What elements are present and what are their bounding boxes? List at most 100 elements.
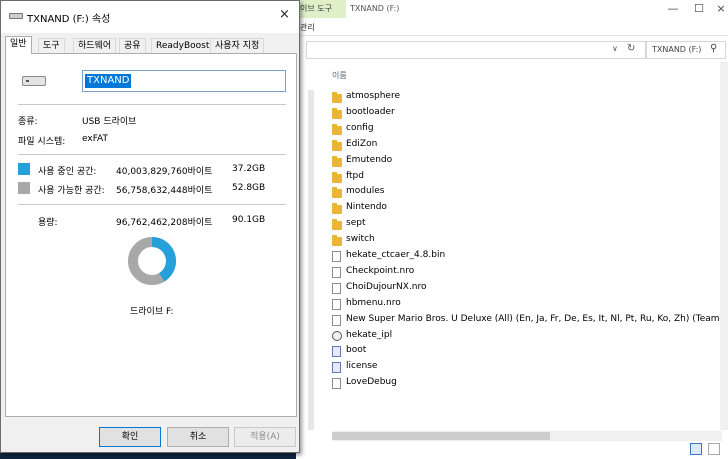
drive-icon bbox=[9, 13, 23, 19]
file-name: config bbox=[346, 122, 374, 133]
file-list-item[interactable]: modules bbox=[332, 185, 724, 201]
address-dropdown-icon[interactable]: ∨ bbox=[612, 44, 618, 53]
used-space-bytes: 40,003,829,760바이트 bbox=[116, 167, 213, 177]
status-bar bbox=[296, 441, 728, 459]
file-name: license bbox=[346, 361, 378, 372]
file-name: hekate_ctcaer_4.8.bin bbox=[346, 250, 446, 260]
file-icon bbox=[332, 314, 341, 326]
file-icon bbox=[332, 378, 341, 390]
ok-button[interactable]: 확인 bbox=[99, 427, 161, 447]
file-name: sept bbox=[346, 218, 366, 229]
file-icon bbox=[332, 298, 341, 310]
system-file-icon bbox=[332, 362, 341, 374]
file-name: hbmenu.nro bbox=[346, 297, 401, 308]
file-list-item[interactable]: atmosphere bbox=[332, 90, 724, 106]
refresh-icon[interactable]: ↻ bbox=[627, 43, 635, 54]
divider bbox=[18, 204, 286, 205]
file-list-item[interactable]: EdiZon bbox=[332, 138, 724, 154]
file-list-item[interactable]: config bbox=[332, 122, 724, 138]
address-bar[interactable] bbox=[306, 41, 646, 59]
system-file-icon bbox=[332, 346, 341, 358]
file-icon bbox=[332, 251, 341, 262]
filesystem-label: 파일 시스템: bbox=[18, 137, 66, 147]
file-name: switch bbox=[346, 234, 375, 245]
volume-name-value: TXNAND bbox=[85, 74, 132, 88]
file-list-item[interactable]: bootloader bbox=[332, 106, 724, 122]
tab-hardware[interactable]: 하드웨어 bbox=[73, 38, 117, 54]
folder-icon bbox=[332, 219, 342, 231]
file-list-item[interactable]: switch bbox=[332, 233, 724, 249]
large-icons-view-icon[interactable] bbox=[708, 443, 720, 455]
close-icon[interactable]: × bbox=[279, 7, 290, 22]
drive-tools-tab[interactable]: 이브 도구 bbox=[296, 0, 346, 18]
file-name: New Super Mario Bros. U Deluxe (All) (En… bbox=[346, 313, 728, 324]
file-list-item[interactable]: Emutendo bbox=[332, 154, 724, 170]
folder-icon bbox=[332, 107, 342, 119]
folder-icon bbox=[332, 155, 342, 167]
capacity-label: 용량: bbox=[38, 218, 58, 228]
folder-icon bbox=[332, 139, 342, 151]
file-list-item[interactable]: LoveDebug bbox=[332, 376, 724, 392]
drive-caption: 드라이브 F: bbox=[130, 307, 174, 317]
file-explorer-window: 이브 도구 TXNAND (F:) — ☐ × 관리 ∨ ↻ TXNAND (F… bbox=[296, 0, 728, 459]
file-list-item[interactable]: Checkpoint.nro bbox=[332, 265, 724, 281]
type-label: 종류: bbox=[18, 117, 38, 127]
used-space-label: 사용 중인 공간: bbox=[38, 167, 97, 177]
column-header-name[interactable]: 이름 bbox=[332, 70, 347, 81]
tab-tools[interactable]: 도구 bbox=[38, 38, 65, 54]
file-list-item[interactable]: hekate_ctcaer_4.8.bin bbox=[332, 249, 724, 265]
file-list-item[interactable]: sept bbox=[332, 217, 724, 233]
file-list-item[interactable]: hekate_ipl bbox=[332, 329, 724, 345]
file-list-item[interactable]: hbmenu.nro bbox=[332, 297, 724, 313]
file-list-item[interactable]: ChoiDujourNX.nro bbox=[332, 281, 724, 297]
details-view-icon[interactable] bbox=[690, 443, 702, 455]
folder-icon bbox=[332, 171, 342, 183]
explorer-title: TXNAND (F:) bbox=[350, 4, 400, 13]
file-name: ftpd bbox=[346, 170, 364, 181]
capacity-bytes: 96,762,462,208바이트 bbox=[116, 218, 213, 228]
volume-name-input[interactable]: TXNAND bbox=[82, 70, 286, 92]
file-list-item[interactable]: New Super Mario Bros. U Deluxe (All) (En… bbox=[332, 313, 728, 329]
file-list-item[interactable]: license bbox=[332, 360, 724, 376]
tab-sharing[interactable]: 공유 bbox=[119, 38, 146, 54]
used-space-gb: 37.2GB bbox=[232, 164, 266, 174]
usb-drive-icon bbox=[22, 76, 46, 86]
search-icon[interactable]: ⚲ bbox=[710, 43, 717, 54]
properties-dialog: TXNAND (F:) 속성 × 일반 도구 하드웨어 공유 ReadyBoos… bbox=[0, 0, 300, 453]
file-list-item[interactable]: ftpd bbox=[332, 170, 724, 186]
folder-icon bbox=[332, 187, 342, 199]
file-name: modules bbox=[346, 186, 385, 197]
tab-customize[interactable]: 사용자 지정 bbox=[210, 38, 265, 54]
file-name: atmosphere bbox=[346, 91, 400, 101]
file-list-item[interactable]: boot bbox=[332, 344, 724, 360]
usage-donut-chart bbox=[128, 237, 176, 285]
tab-readyboost[interactable]: ReadyBoost bbox=[151, 38, 215, 54]
manage-tab[interactable]: 관리 bbox=[300, 22, 315, 33]
file-name: bootloader bbox=[346, 106, 395, 117]
explorer-ribbon bbox=[296, 20, 728, 36]
dialog-titlebar: TXNAND (F:) 속성 × bbox=[1, 1, 299, 33]
folder-icon bbox=[332, 235, 342, 247]
file-name: LoveDebug bbox=[346, 377, 397, 388]
horizontal-scroll-thumb[interactable] bbox=[332, 432, 550, 440]
free-space-swatch bbox=[18, 182, 30, 194]
file-icon bbox=[332, 282, 341, 294]
free-space-bytes: 56,758,632,448바이트 bbox=[116, 186, 213, 196]
free-space-gb: 52.8GB bbox=[232, 183, 266, 193]
folder-icon bbox=[332, 203, 342, 215]
cancel-button[interactable]: 취소 bbox=[167, 427, 229, 447]
apply-button[interactable]: 적용(A) bbox=[234, 427, 296, 447]
navigation-scrollbar[interactable] bbox=[308, 90, 314, 430]
vertical-scrollbar[interactable] bbox=[720, 62, 728, 430]
free-space-label: 사용 가능한 공간: bbox=[38, 186, 105, 196]
dialog-tabs: 일반 도구 하드웨어 공유 ReadyBoost 사용자 지정 bbox=[5, 36, 297, 54]
horizontal-scrollbar[interactable] bbox=[332, 431, 722, 441]
folder-icon bbox=[332, 123, 342, 135]
dialog-title: TXNAND (F:) 속성 bbox=[27, 14, 111, 25]
tab-general[interactable]: 일반 bbox=[5, 36, 32, 54]
file-name: Nintendo bbox=[346, 202, 387, 213]
close-window-icon[interactable]: × bbox=[706, 0, 728, 18]
file-list-item[interactable]: Nintendo bbox=[332, 201, 724, 217]
explorer-titlebar: 이브 도구 TXNAND (F:) — ☐ × bbox=[296, 0, 728, 20]
file-icon bbox=[332, 266, 341, 278]
